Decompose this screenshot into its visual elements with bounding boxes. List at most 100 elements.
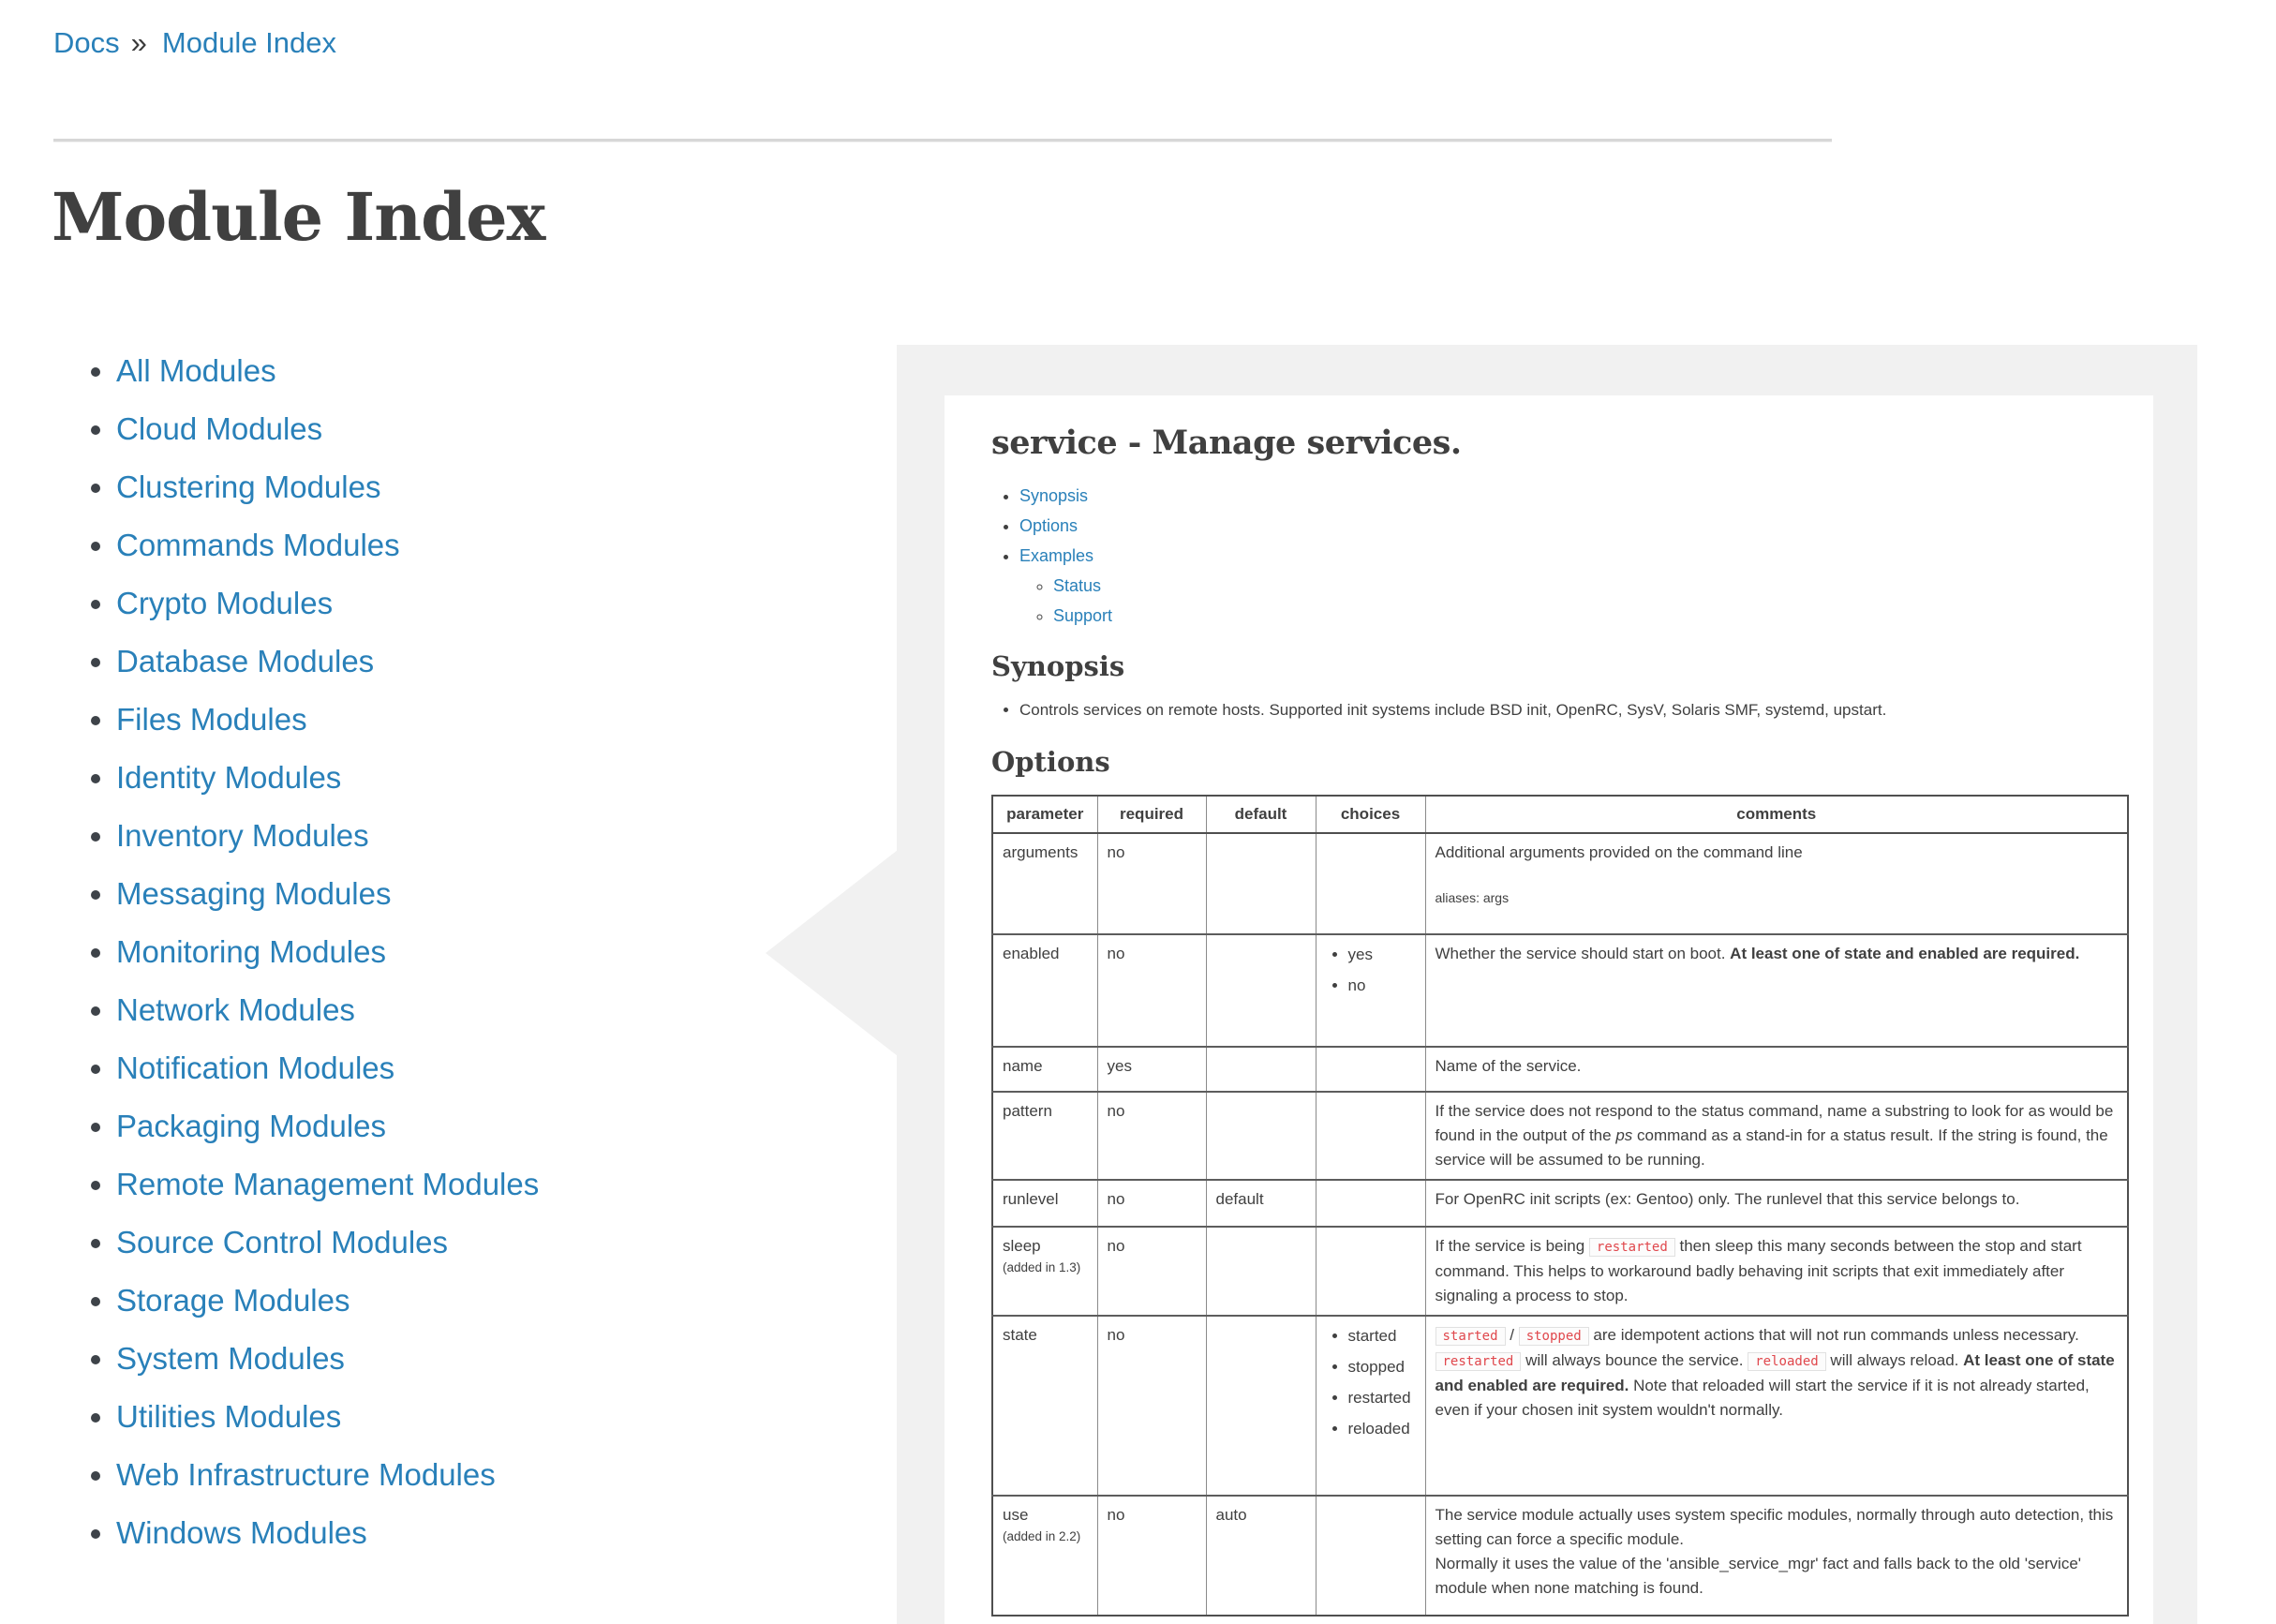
module-category-item: Storage Modules [116,1278,922,1322]
module-category-link[interactable]: Source Control Modules [116,1225,448,1259]
module-category-link[interactable]: Remote Management Modules [116,1167,539,1201]
module-category-link[interactable]: Clustering Modules [116,469,380,504]
module-category-item: Utilities Modules [116,1394,922,1438]
parameter-name: pattern [1003,1099,1088,1122]
options-table-row-pattern: patternnoIf the service does not respond… [992,1092,2128,1180]
options-table-row-sleep: sleep (added in 1.3) no If the service is b… [992,1227,2128,1316]
module-category-link[interactable]: Cloud Modules [116,411,322,446]
module-category-link[interactable]: Network Modules [116,992,355,1027]
code-literal: restarted [1589,1238,1675,1257]
module-category-item: Crypto Modules [116,581,922,625]
module-category-item: Commands Modules [116,523,922,567]
module-category-item: Cloud Modules [116,407,922,451]
toc-subitem: Status [1053,574,2140,598]
breadcrumb: Docs » Module Index [53,22,336,64]
parameter-name: name [1003,1054,1088,1077]
cell-parameter: use(added in 2.2) [992,1496,1097,1616]
header-divider [53,139,1832,142]
cell-required: no [1097,934,1206,1047]
module-doc-popup: service - Manage services. SynopsisOptio… [945,395,2153,1624]
cell-parameter: sleep (added in 1.3) [992,1227,1097,1316]
module-category-link[interactable]: Commands Modules [116,528,400,562]
module-category-link[interactable]: Messaging Modules [116,876,392,911]
choice-item: stopped [1348,1356,1416,1378]
module-category-link[interactable]: Database Modules [116,644,374,678]
module-category-item: Source Control Modules [116,1220,922,1264]
cell-parameter: name [992,1047,1097,1092]
options-table-row-use: use(added in 2.2)noautoThe service modul… [992,1496,2128,1616]
module-category-link[interactable]: Notification Modules [116,1050,394,1085]
cell-parameter: enabled [992,934,1097,1047]
toc-link[interactable]: Examples [1019,546,1093,565]
module-category-item: Clustering Modules [116,465,922,509]
parameter-name: sleep [1003,1234,1088,1257]
options-table-row-runlevel: runlevelnodefaultFor OpenRC init scripts… [992,1180,2128,1227]
module-category-link[interactable]: All Modules [116,353,276,388]
module-category-link[interactable]: Inventory Modules [116,818,369,853]
toc-item: Synopsis [1019,484,2140,508]
parameter-name: enabled [1003,942,1088,964]
module-category-item: Web Infrastructure Modules [116,1453,922,1497]
options-table-header-choices: choices [1316,796,1425,833]
module-category-link[interactable]: Files Modules [116,702,307,737]
module-category-link[interactable]: Monitoring Modules [116,934,386,969]
choice-item: restarted [1348,1387,1416,1409]
module-category-link[interactable]: System Modules [116,1341,345,1376]
module-doc-toc: Synopsis Options Examples Status Support [991,484,2140,628]
options-table-row-arguments: argumentsnoAdditional arguments provided… [992,833,2128,934]
cell-choices [1316,1092,1425,1180]
options-table-header-comments: comments [1425,796,2128,833]
module-category-item: System Modules [116,1336,922,1380]
cell-comments: For OpenRC init scripts (ex: Gentoo) onl… [1425,1180,2128,1227]
module-category-item: Packaging Modules [116,1104,922,1148]
module-category-link[interactable]: Identity Modules [116,760,341,795]
toc-link[interactable]: Options [1019,516,1078,535]
module-category-item: Windows Modules [116,1511,922,1555]
cell-choices: started stopped restarted reloaded [1316,1316,1425,1496]
options-table-row-name: nameyesName of the service. [992,1047,2128,1092]
cell-default [1206,1227,1316,1316]
toc-sublink[interactable]: Support [1053,606,1112,625]
cell-choices [1316,1180,1425,1227]
docs-page: Docs » Module Index Module Index All Modul… [0,0,2276,1624]
module-category-item: Database Modules [116,639,922,683]
cell-parameter: arguments [992,833,1097,934]
choice-item: started [1348,1325,1416,1348]
module-category-link[interactable]: Windows Modules [116,1515,367,1550]
options-heading: Options [991,746,2140,778]
module-category-link[interactable]: Utilities Modules [116,1399,341,1434]
choice-item: reloaded [1348,1418,1416,1440]
breadcrumb-separator: » [131,26,147,59]
code-literal: stopped [1519,1327,1589,1346]
cell-required: no [1097,1092,1206,1180]
choice-item: yes [1348,944,1416,966]
synopsis-heading: Synopsis [991,650,2140,682]
parameter-added-in: (added in 1.3) [1003,1259,1088,1276]
options-table-header-parameter: parameter [992,796,1097,833]
cell-parameter: state [992,1316,1097,1496]
cell-required: no [1097,1227,1206,1316]
module-category-item: Files Modules [116,697,922,741]
cell-parameter: runlevel [992,1180,1097,1227]
cell-comments: If the service is being restarted then s… [1425,1227,2128,1316]
breadcrumb-current-link[interactable]: Module Index [162,26,336,59]
breadcrumb-docs-link[interactable]: Docs [53,26,120,59]
module-category-link[interactable]: Packaging Modules [116,1109,386,1143]
cell-parameter: pattern [992,1092,1097,1180]
module-category-item: Identity Modules [116,755,922,799]
options-table-header-default: default [1206,796,1316,833]
toc-link[interactable]: Synopsis [1019,486,1088,505]
cell-choices: yesno [1316,934,1425,1047]
module-category-link[interactable]: Storage Modules [116,1283,350,1318]
module-category-link[interactable]: Crypto Modules [116,586,333,620]
toc-sublink[interactable]: Status [1053,576,1101,595]
toc-item: Examples Status Support [1019,544,2140,628]
module-doc-tooltip: service - Manage services. SynopsisOptio… [897,345,2197,1624]
module-category-item: Remote Management Modules [116,1162,922,1206]
aliases-note: aliases: args [1436,889,2119,906]
code-literal: restarted [1436,1352,1522,1371]
module-category-link[interactable]: Web Infrastructure Modules [116,1457,496,1492]
cell-choices [1316,1227,1425,1316]
cell-choices [1316,833,1425,934]
synopsis-list: Controls services on remote hosts. Suppo… [991,699,2140,722]
